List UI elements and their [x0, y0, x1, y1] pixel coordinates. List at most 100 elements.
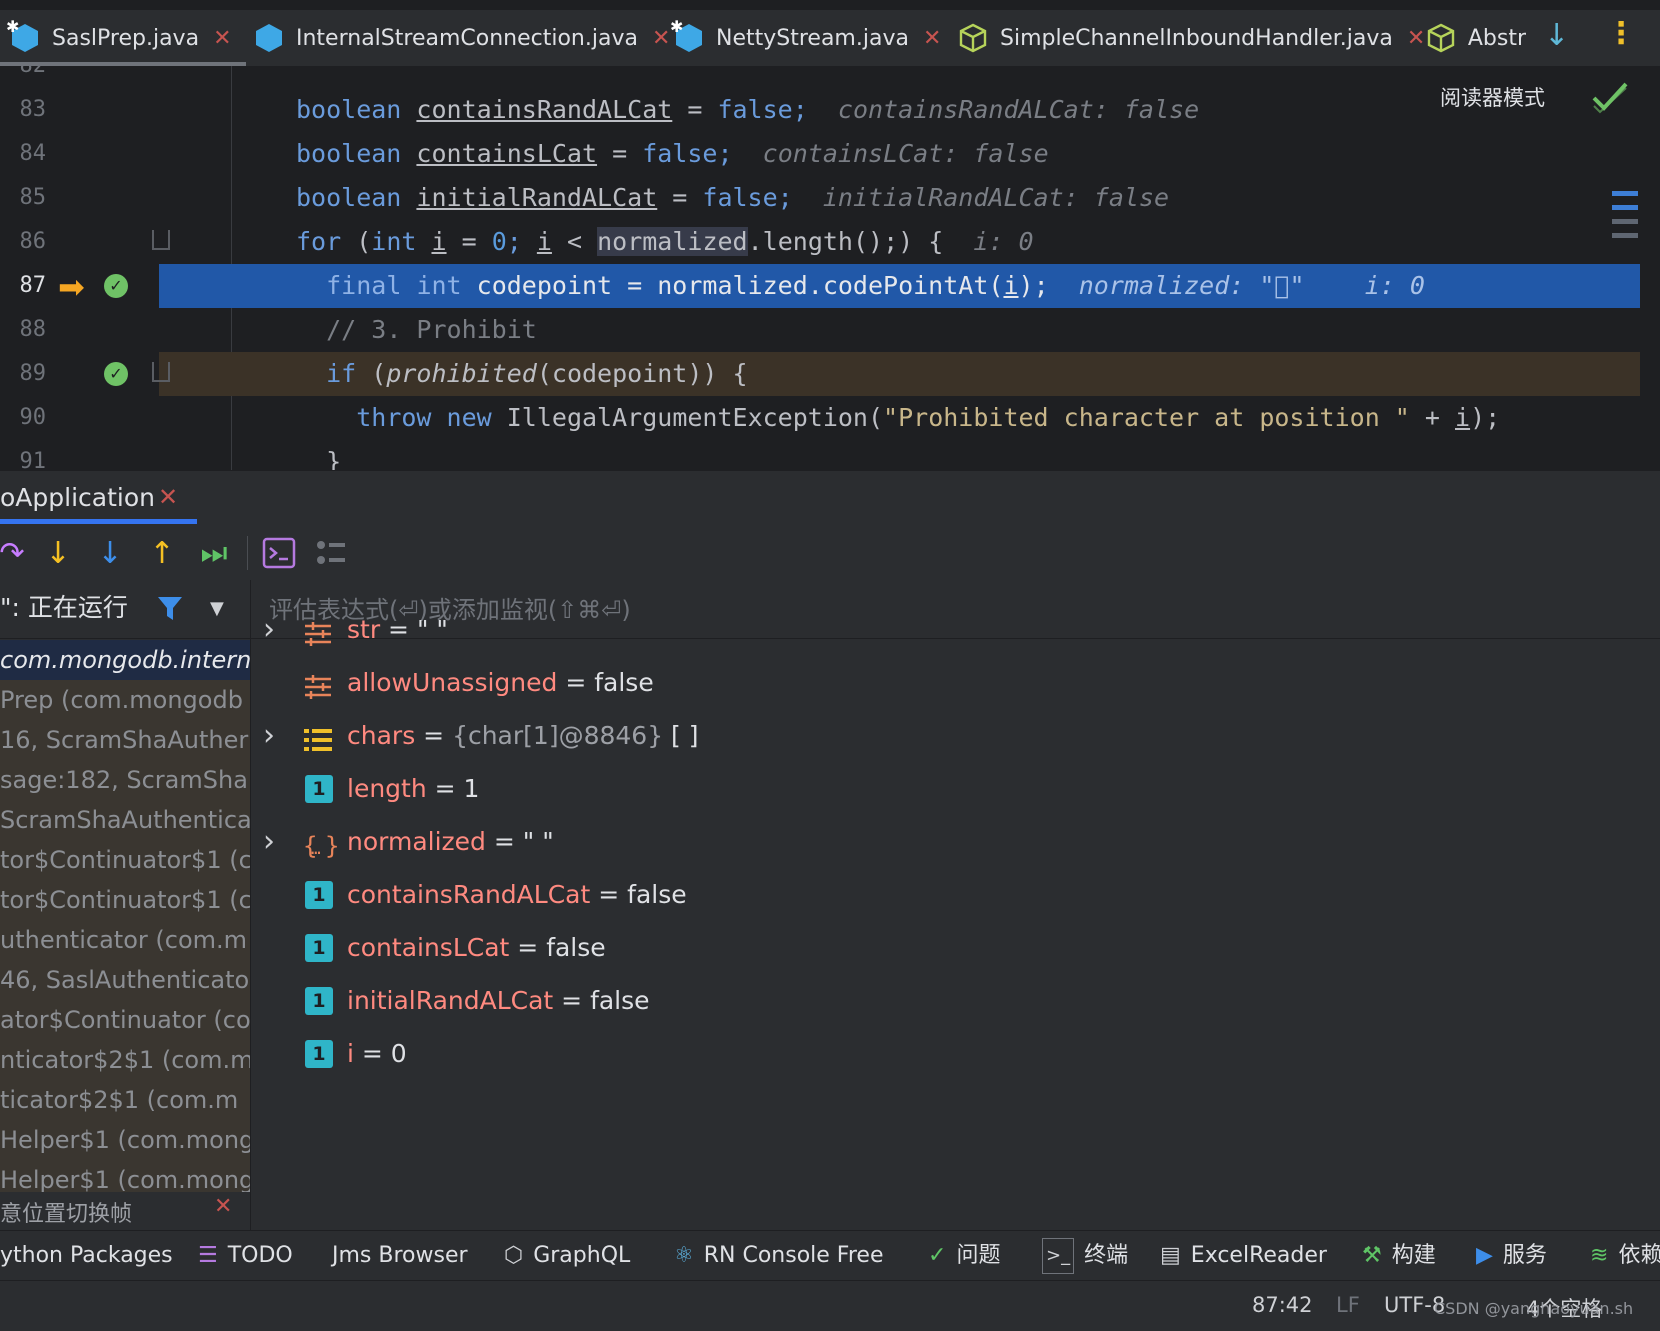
primitive-icon: 1 — [305, 775, 333, 803]
chevron-down-icon[interactable]: ▼ — [210, 598, 224, 619]
variable-name: chars — [347, 721, 416, 750]
tool-jms-browser[interactable]: Jms Browser — [332, 1239, 468, 1273]
caret-position[interactable]: 87:42 — [1252, 1293, 1313, 1317]
stack-frame-item[interactable]: Helper$1 (com.mong — [0, 1120, 250, 1160]
variable-row[interactable]: 1 containsRandALCat = false — [251, 869, 1660, 921]
fold-marker-icon[interactable] — [152, 362, 170, 382]
code-text[interactable]: boolean initialRandALCat = false; initia… — [296, 176, 1169, 220]
variable-name-value: containsRandALCat = false — [347, 869, 687, 921]
close-tab-icon[interactable]: ✕ — [652, 26, 670, 51]
fold-marker-icon[interactable] — [152, 230, 170, 250]
step-into-icon[interactable]: ↓ — [38, 534, 78, 574]
layout-settings-icon[interactable] — [314, 536, 348, 570]
tool-dependencies[interactable]: ≋ 依赖 — [1590, 1239, 1660, 1273]
close-tab-icon[interactable]: ✕ — [923, 26, 941, 51]
tool-services[interactable]: ▶ 服务 — [1476, 1239, 1547, 1273]
stack-frame-item[interactable]: tor$Continuator$1 (c — [0, 840, 250, 880]
equals-sign: = — [426, 774, 464, 803]
debug-session-tab[interactable]: oApplication — [0, 483, 155, 512]
variable-row[interactable]: allowUnassigned = false — [251, 657, 1660, 709]
code-line-86: 86 for (int i = 0; i < normalized.length… — [0, 220, 1640, 264]
variables-panel: ›str = " "allowUnassigned = false›chars … — [251, 580, 1660, 1230]
tool-build[interactable]: ⚒ 构建 — [1362, 1239, 1436, 1273]
svg-text:}: } — [325, 832, 337, 860]
tab-abstract[interactable]: Abstr — [1426, 14, 1526, 62]
breakpoint-verified-icon[interactable]: ✓ — [104, 274, 128, 298]
expand-chevron-icon[interactable]: › — [263, 816, 275, 868]
variable-value: false — [627, 880, 687, 909]
tool-problems[interactable]: ✓ 问题 — [928, 1239, 1000, 1273]
tab-saslprep[interactable]: ✱ SaslPrep.java ✕ — [0, 14, 245, 66]
code-line-91: 91 } — [0, 440, 1640, 470]
stack-frame-item[interactable]: uthenticator (com.m — [0, 920, 250, 960]
stack-frame-item[interactable]: ator$Continuator (co — [0, 1000, 250, 1040]
inline-value-hint: containsLCat: false — [762, 139, 1049, 168]
show-hidden-tabs-arrow-icon[interactable]: ↓ — [1544, 18, 1569, 53]
tab-internal-stream-connection[interactable]: InternalStreamConnection.java ✕ — [254, 14, 670, 62]
variable-row[interactable]: › chars = {char[1]@8846} [ ] — [251, 710, 1660, 762]
code-editor[interactable]: 82 83 boolean containsRandALCat = false;… — [0, 66, 1660, 470]
expand-chevron-icon[interactable]: › — [263, 604, 275, 656]
stack-frame-item[interactable]: nticator$2$1 (com.m — [0, 1040, 250, 1080]
close-tab-icon[interactable]: ✕ — [213, 26, 231, 51]
reader-mode-toggle[interactable]: 阅读器模式 — [1440, 82, 1545, 112]
more-options-icon[interactable]: ⋮ — [1606, 16, 1636, 51]
stack-frame-item[interactable]: 16, ScramShaAuther — [0, 720, 250, 760]
equals-sign: = — [590, 880, 628, 909]
variable-row[interactable]: ›{…}normalized = " " — [251, 816, 1660, 868]
inspection-ok-check-icon[interactable] — [1590, 76, 1630, 116]
tab-simple-channel-inbound-handler[interactable]: SimpleChannelInboundHandler.java ✕ — [958, 14, 1425, 62]
equals-sign: = — [557, 668, 595, 697]
java-class-icon — [254, 23, 284, 53]
stack-frame-item[interactable]: ticator$2$1 (com.m — [0, 1080, 250, 1120]
code-text[interactable]: if (prohibited(codepoint)) { — [296, 352, 747, 396]
run-to-cursor-icon[interactable]: ⏭ — [194, 534, 234, 574]
breakpoint-verified-icon[interactable]: ✓ — [104, 362, 128, 386]
line-separator[interactable]: LF — [1336, 1293, 1360, 1317]
expand-chevron-icon[interactable]: › — [263, 710, 275, 762]
variable-row[interactable]: 1 i = 0 — [251, 1028, 1660, 1080]
stack-frame-item[interactable]: tor$Continuator$1 (c — [0, 880, 250, 920]
force-step-into-icon[interactable]: ↓ — [90, 534, 130, 574]
tool-terminal[interactable]: >_ 终端 — [1042, 1238, 1128, 1274]
code-text[interactable]: for (int i = 0; i < normalized.length();… — [296, 220, 1034, 264]
stack-frame-item[interactable]: 46, SaslAuthenticato — [0, 960, 250, 1000]
variable-row[interactable]: 1 length = 1 — [251, 763, 1660, 815]
code-text[interactable]: } — [296, 440, 341, 470]
step-out-icon[interactable]: ↑ — [142, 534, 182, 574]
variable-name-value: length = 1 — [347, 763, 479, 815]
stack-frame-item[interactable]: ScramShaAuthentica — [0, 800, 250, 840]
library-class-icon — [1426, 23, 1456, 53]
code-comment[interactable]: // 3. Prohibit — [296, 308, 537, 352]
close-hint-icon[interactable]: ✕ — [214, 1194, 232, 1219]
variable-row[interactable]: 1 containsLCat = false — [251, 922, 1660, 974]
thread-selector[interactable]: ": 正在运行 — [0, 588, 128, 638]
stack-frame-item[interactable]: com.mongodb.interna — [0, 640, 250, 680]
variable-row[interactable]: 1 initialRandALCat = false — [251, 975, 1660, 1027]
editor-scroll-markers[interactable] — [1612, 191, 1638, 251]
tool-todo[interactable]: ☰ TODO — [198, 1239, 293, 1273]
tab-netty-stream[interactable]: ✱ NettyStream.java ✕ — [670, 14, 941, 62]
close-tab-icon[interactable]: ✕ — [1407, 26, 1425, 51]
code-text[interactable]: final int codepoint = normalized.codePoi… — [296, 264, 1425, 308]
stack-frame-item[interactable]: sage:182, ScramSha — [0, 760, 250, 800]
primitive-icon: 1 — [305, 1040, 333, 1068]
step-over-icon[interactable]: ↷ — [0, 534, 32, 574]
code-text[interactable]: boolean containsLCat = false; containsLC… — [296, 132, 1049, 176]
code-text[interactable]: throw new IllegalArgumentException("Proh… — [296, 396, 1500, 440]
java-class-icon: ✱ — [6, 17, 40, 53]
variable-name-value: normalized = " " — [347, 816, 554, 868]
inline-value-hint: i: 0 — [973, 227, 1034, 256]
variable-value: false — [594, 668, 654, 697]
tool-python-packages[interactable]: ython Packages — [0, 1239, 173, 1273]
tool-graphql[interactable]: ⬡ GraphQL — [504, 1239, 630, 1273]
variable-row[interactable]: › str = " " — [251, 604, 1660, 656]
tool-excel-reader[interactable]: ▤ ExcelReader — [1160, 1239, 1327, 1273]
filter-icon[interactable] — [156, 594, 184, 622]
variable-name-value: i = 0 — [347, 1028, 407, 1080]
code-text[interactable]: boolean containsRandALCat = false; conta… — [296, 88, 1199, 132]
close-session-icon[interactable]: ✕ — [158, 483, 178, 511]
tool-rn-console[interactable]: ⚛ RN Console Free — [674, 1239, 883, 1273]
stack-frame-item[interactable]: Prep (com.mongodb — [0, 680, 250, 720]
evaluate-expression-icon[interactable] — [262, 536, 296, 570]
